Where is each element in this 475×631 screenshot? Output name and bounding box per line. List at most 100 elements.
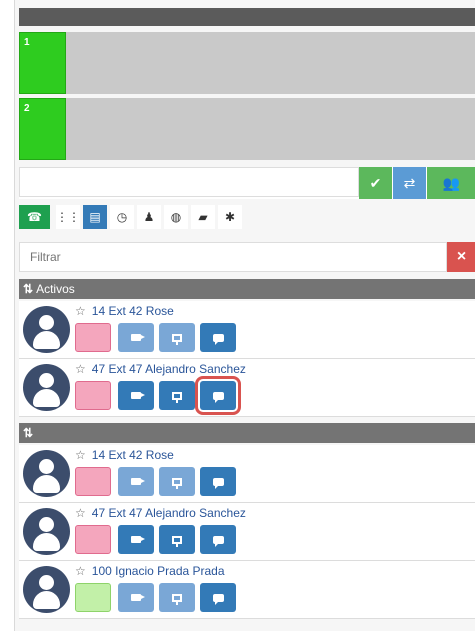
screen-icon [172, 535, 182, 547]
presence-status[interactable] [75, 583, 111, 612]
gear-icon: ✱ [224, 210, 236, 224]
list-icon: ▤ [89, 210, 101, 224]
video-call-button[interactable] [118, 583, 154, 612]
globe-icon: ◍ [170, 210, 182, 224]
video-camera-icon [131, 478, 145, 485]
video-camera-icon [131, 536, 145, 543]
presence-status[interactable] [75, 323, 111, 352]
chat-bubble-icon [212, 391, 224, 403]
users-icon: 👥 [442, 174, 461, 191]
contact-name: ☆ 14 Ext 42 Rose [75, 448, 174, 462]
star-icon[interactable]: ☆ [75, 448, 86, 462]
star-icon[interactable]: ☆ [75, 506, 86, 520]
history-tab[interactable]: ◷ [110, 205, 134, 229]
chat-bubble-icon [212, 333, 224, 345]
close-icon: × [456, 248, 467, 265]
screen-icon [172, 333, 182, 345]
screen-share-button[interactable] [159, 583, 195, 612]
user-icon: ♟ [143, 210, 155, 224]
video-call-button[interactable] [118, 381, 154, 410]
filter-clear-button[interactable]: × [447, 242, 475, 272]
presence-status[interactable] [75, 525, 111, 554]
video-camera-icon [131, 392, 145, 399]
avatar-icon [23, 566, 70, 613]
screen-icon [172, 477, 182, 489]
transfer-icon: ⇄ [403, 174, 416, 191]
presence-status[interactable] [75, 467, 111, 496]
contact-row[interactable]: ☆ 100 Ignacio Prada Prada [19, 561, 475, 619]
chat-button[interactable] [200, 583, 236, 612]
sort-icon[interactable]: ⇅ [23, 282, 33, 296]
chat-button[interactable] [200, 525, 236, 554]
contact-row[interactable]: ☆ 47 Ext 47 Alejandro Sanchez [19, 503, 475, 561]
group-header[interactable]: ⇅ Activos [19, 279, 475, 299]
star-icon[interactable]: ☆ [75, 362, 86, 376]
screen-icon [172, 391, 182, 403]
screen-share-button[interactable] [159, 467, 195, 496]
keypad-icon: ⋮⋮ [56, 210, 80, 224]
sort-icon[interactable]: ⇅ [23, 426, 33, 440]
contact-row[interactable]: ☆ 47 Ext 47 Alejandro Sanchez [19, 359, 475, 417]
group-label: Activos [36, 282, 75, 296]
contact-name-text: 14 Ext 42 Rose [91, 448, 174, 462]
contact-name-text: 100 Ignacio Prada Prada [91, 564, 225, 578]
title-bar [19, 8, 475, 26]
contacts-list-tab[interactable]: ▤ [83, 205, 107, 229]
contact-name: ☆ 14 Ext 42 Rose [75, 304, 174, 318]
comment-icon: ▰ [198, 210, 208, 224]
star-icon[interactable]: ☆ [75, 304, 86, 318]
line-2-number: 2 [24, 103, 30, 114]
dial-input[interactable] [19, 167, 359, 197]
line-2-panel[interactable]: 2 [19, 98, 475, 160]
avatar-icon [23, 450, 70, 497]
settings-tab[interactable]: ✱ [218, 205, 242, 229]
screen-icon [172, 593, 182, 605]
conference-button[interactable]: 👥 [427, 167, 475, 199]
contact-name-text: 14 Ext 42 Rose [91, 304, 174, 318]
avatar-icon [23, 364, 70, 411]
contact-row[interactable]: ☆ 14 Ext 42 Rose [19, 301, 475, 359]
contact-name: ☆ 47 Ext 47 Alejandro Sanchez [75, 506, 246, 520]
chat-button[interactable] [200, 323, 236, 352]
chat-bubble-icon [212, 535, 224, 547]
filter-input[interactable] [19, 242, 447, 272]
call-button[interactable]: ✔ [359, 167, 392, 199]
phone-icon: ☎ [27, 210, 42, 224]
group-header[interactable]: ⇅ [19, 423, 475, 443]
video-call-button[interactable] [118, 525, 154, 554]
phone-tab[interactable]: ☎ [19, 205, 50, 229]
avatar-icon [23, 306, 70, 353]
video-call-button[interactable] [118, 467, 154, 496]
screen-share-button[interactable] [159, 323, 195, 352]
chat-bubble-icon [212, 593, 224, 605]
contact-row[interactable]: ☆ 14 Ext 42 Rose [19, 445, 475, 503]
line-2-indicator[interactable]: 2 [19, 98, 66, 160]
dial-bar: ✔ ⇄ 👥 [19, 167, 475, 199]
globe-tab[interactable]: ◍ [164, 205, 188, 229]
transfer-button[interactable]: ⇄ [393, 167, 426, 199]
keypad-tab[interactable]: ⋮⋮ [56, 205, 80, 229]
presence-status[interactable] [75, 381, 111, 410]
chat-button[interactable] [200, 467, 236, 496]
chat-button[interactable] [195, 376, 241, 415]
video-camera-icon [131, 594, 145, 601]
line-1-number: 1 [24, 37, 30, 48]
softphone-panel: 1 2 ✔ ⇄ 👥 ☎ ⋮⋮ ▤ ◷ ♟ ◍ ▰ ✱ Filtrar × ⇅ A… [14, 0, 475, 631]
screen-share-button[interactable] [159, 381, 195, 410]
line-1-indicator[interactable]: 1 [19, 32, 66, 94]
video-camera-icon [131, 334, 145, 341]
contact-name-text: 47 Ext 47 Alejandro Sanchez [91, 506, 246, 520]
filter-bar: × [19, 242, 475, 272]
video-call-button[interactable] [118, 323, 154, 352]
avatar-icon [23, 508, 70, 555]
line-1-panel[interactable]: 1 [19, 32, 475, 94]
check-icon: ✔ [369, 174, 382, 191]
clock-icon: ◷ [116, 210, 128, 224]
contact-name: ☆ 100 Ignacio Prada Prada [75, 564, 225, 578]
screen-share-button[interactable] [159, 525, 195, 554]
contact-name-text: 47 Ext 47 Alejandro Sanchez [91, 362, 246, 376]
star-icon[interactable]: ☆ [75, 564, 86, 578]
chat-tab[interactable]: ▰ [191, 205, 215, 229]
user-tab[interactable]: ♟ [137, 205, 161, 229]
contact-name: ☆ 47 Ext 47 Alejandro Sanchez [75, 362, 246, 376]
